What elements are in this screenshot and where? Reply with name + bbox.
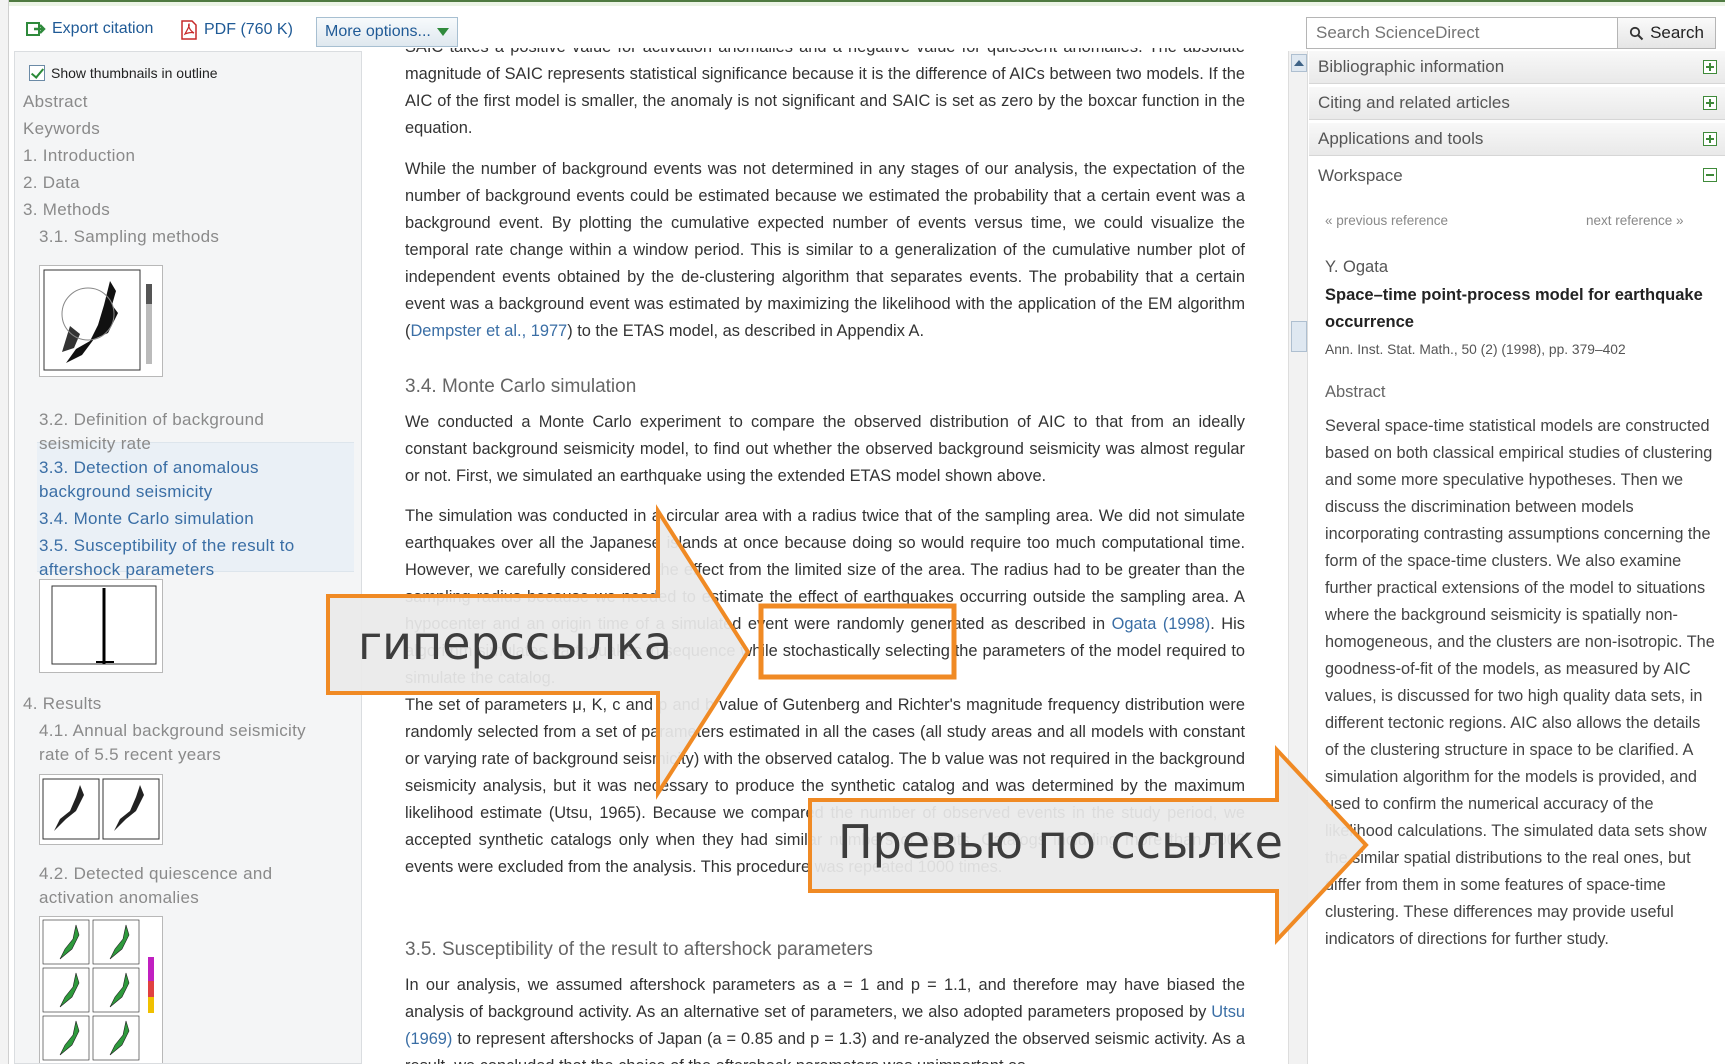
paragraph-simulation: The simulation was conducted in a circul…: [405, 503, 1245, 692]
outline-item-definition-line2[interactable]: seismicity rate: [39, 432, 151, 456]
paragraph-monte-carlo: We conducted a Monte Carlo experiment to…: [405, 413, 1245, 485]
section-heading-susceptibility: 3.5. Susceptibility of the result to aft…: [405, 939, 873, 960]
outline-item-annual-line2[interactable]: rate of 5.5 recent years: [39, 743, 221, 767]
scroll-up-arrow-icon[interactable]: [1291, 54, 1307, 72]
outline-item-keywords[interactable]: Keywords: [23, 117, 100, 141]
previous-reference-link[interactable]: « previous reference: [1325, 207, 1448, 234]
reference-link-ogata[interactable]: Ogata (1998): [1112, 615, 1211, 633]
outline-item-abstract[interactable]: Abstract: [23, 90, 88, 114]
more-options-label: More options...: [325, 23, 431, 40]
article-body: SAIC takes a positive value for activati…: [363, 48, 1288, 1064]
pdf-download-link[interactable]: PDF (760 K): [180, 20, 293, 40]
outline-thumbnail-annual-maps[interactable]: [39, 774, 163, 845]
paragraph-text: ) to the ETAS model, as described in App…: [567, 322, 925, 340]
anomaly-maps-thumbnail: [42, 919, 154, 1061]
paragraph-text: to represent aftershocks of Japan (a = 0…: [405, 1030, 1245, 1064]
pdf-label: PDF (760 K): [204, 21, 293, 38]
reference-author: Y. Ogata: [1325, 258, 1388, 276]
japan-map-thumbnail: [43, 269, 152, 371]
outline-item-detection-line2[interactable]: background seismicity: [39, 480, 213, 504]
search-bar: Search: [1306, 17, 1716, 49]
paragraph-saic: SAIC takes a positive value for activati…: [405, 48, 1245, 137]
reference-title: Space–time point-process model for earth…: [1325, 286, 1703, 331]
accordion-bibliographic[interactable]: Bibliographic information: [1309, 51, 1725, 84]
outline-item-sampling-methods[interactable]: 3.1. Sampling methods: [39, 225, 219, 249]
expand-plus-icon[interactable]: [1703, 60, 1717, 74]
accordion-citing[interactable]: Citing and related articles: [1309, 87, 1725, 120]
paragraph-text: While the number of background events wa…: [405, 160, 1245, 340]
outline-thumbnail-sampling-map[interactable]: [39, 265, 163, 377]
checkbox-checked-icon: [29, 65, 45, 81]
expand-plus-icon[interactable]: [1703, 96, 1717, 110]
outline-item-annual-line1[interactable]: 4.1. Annual background seismicity: [39, 719, 306, 743]
top-accent-bar: [0, 0, 1725, 6]
export-icon: [26, 22, 46, 36]
article-toolbar: Export citation PDF (760 K) More options…: [10, 14, 1300, 48]
reference-link-dempster[interactable]: Dempster et al., 1977: [410, 322, 567, 340]
search-button[interactable]: Search: [1618, 17, 1716, 49]
search-button-label: Search: [1650, 23, 1704, 42]
article-outline-panel: Show thumbnails in outline Abstract Keyw…: [14, 51, 362, 1064]
outline-item-definition-line1[interactable]: 3.2. Definition of background: [39, 408, 264, 432]
reference-source: Ann. Inst. Stat. Math., 50 (2) (1998), p…: [1325, 342, 1626, 357]
outline-item-introduction[interactable]: 1. Introduction: [23, 144, 135, 168]
abstract-text: Several space-time statistical models ar…: [1325, 417, 1715, 948]
accordion-label: Applications and tools: [1318, 129, 1484, 148]
outline-item-susceptibility-line1[interactable]: 3.5. Susceptibility of the result to: [39, 534, 295, 558]
outline-item-detection-line1[interactable]: 3.3. Detection of anomalous: [39, 456, 259, 480]
outline-thumbnail-histogram[interactable]: [39, 579, 163, 673]
show-thumbnails-checkbox[interactable]: Show thumbnails in outline: [29, 65, 218, 81]
export-citation-label: Export citation: [52, 20, 154, 37]
outline-item-methods[interactable]: 3. Methods: [23, 198, 110, 222]
outline-thumbnail-anomaly-maps[interactable]: [39, 916, 163, 1063]
next-reference-link[interactable]: next reference »: [1586, 207, 1684, 234]
outline-item-monte-carlo[interactable]: 3.4. Monte Carlo simulation: [39, 507, 254, 531]
outline-item-detected-line2[interactable]: activation anomalies: [39, 886, 199, 910]
outline-item-results[interactable]: 4. Results: [23, 692, 102, 716]
magnifier-icon: [1629, 26, 1644, 40]
abstract-heading: Abstract: [1325, 383, 1386, 401]
right-sidebar: Bibliographic information Citing and rel…: [1307, 51, 1725, 1064]
accordion-workspace[interactable]: Workspace: [1309, 159, 1725, 192]
more-options-dropdown[interactable]: More options...: [316, 17, 458, 47]
collapse-minus-icon[interactable]: [1703, 168, 1717, 182]
window-left-border: [0, 0, 9, 1064]
show-thumbnails-label: Show thumbnails in outline: [51, 65, 218, 81]
accordion-label: Citing and related articles: [1318, 93, 1510, 112]
outline-item-detected-line1[interactable]: 4.2. Detected quiescence and: [39, 862, 272, 886]
histogram-thumbnail: [51, 585, 157, 665]
section-heading-monte-carlo: 3.4. Monte Carlo simulation: [405, 376, 637, 397]
outline-item-data[interactable]: 2. Data: [23, 171, 80, 195]
accordion-applications[interactable]: Applications and tools: [1309, 123, 1725, 156]
sciencedirect-article-page: Export citation PDF (760 K) More options…: [0, 0, 1725, 1064]
paragraph-parameters: The set of parameters μ, K, c and p and …: [405, 696, 1245, 876]
paragraph-background-events: While the number of background events wa…: [405, 156, 1245, 345]
expand-plus-icon[interactable]: [1703, 132, 1717, 146]
scrollbar-thumb[interactable]: [1291, 321, 1307, 352]
paragraph-aftershock: In our analysis, we assumed aftershock p…: [405, 972, 1245, 1064]
article-scrollbar[interactable]: [1288, 51, 1308, 1064]
dropdown-arrow-icon: [436, 28, 449, 36]
export-citation-link[interactable]: Export citation: [26, 20, 153, 38]
search-input[interactable]: [1306, 17, 1618, 49]
accordion-label: Bibliographic information: [1318, 57, 1505, 76]
accordion-label: Workspace: [1318, 165, 1403, 185]
paragraph-text: In our analysis, we assumed aftershock p…: [405, 976, 1245, 1021]
pdf-icon: [181, 20, 197, 40]
two-maps-thumbnail: [42, 778, 160, 840]
